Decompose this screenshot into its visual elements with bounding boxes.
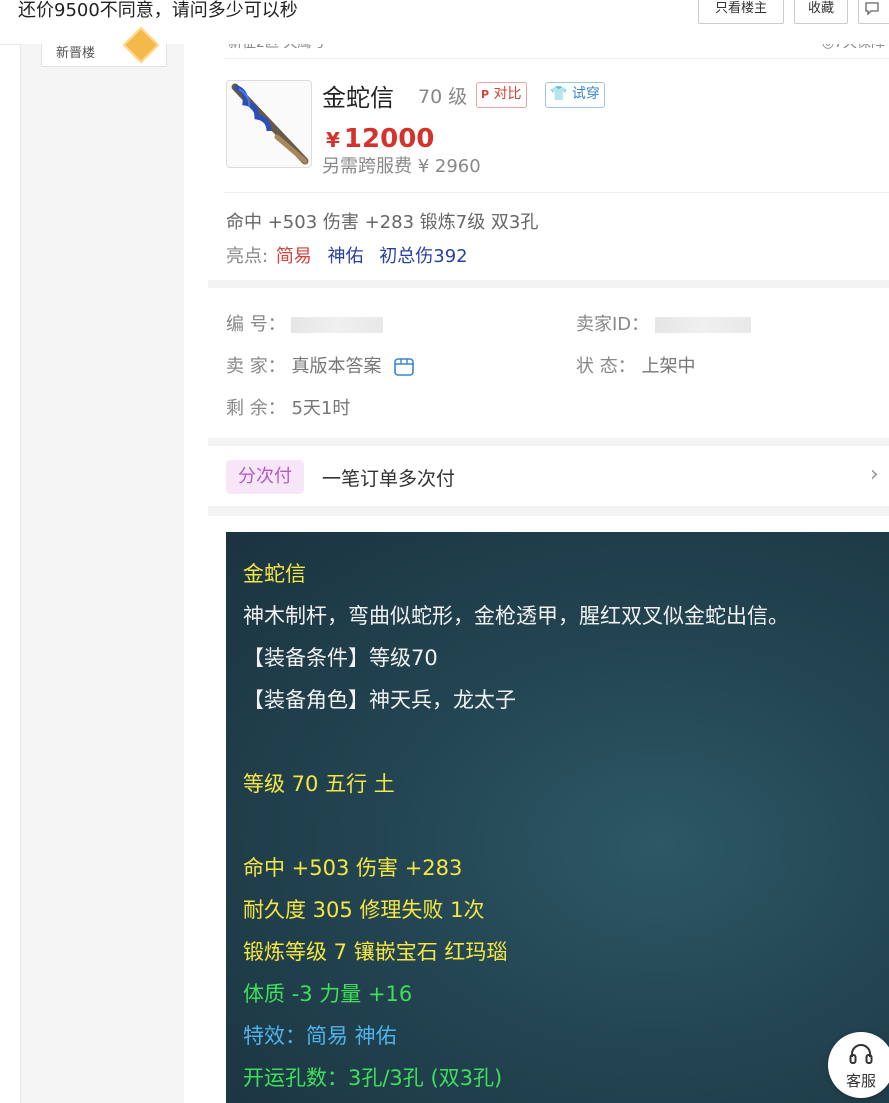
item-thumbnail[interactable] bbox=[226, 80, 312, 168]
highlight-blessing: 神佑 bbox=[327, 246, 364, 267]
desc-requirement: 【装备条件】等级70 bbox=[243, 646, 438, 670]
user-card[interactable]: 新晋楼 bbox=[41, 26, 167, 67]
desc-flavor: 神木制杆，弯曲似蛇形，金枪透甲，腥红双叉似金蛇出信。 bbox=[243, 604, 789, 628]
headset-icon bbox=[849, 1044, 873, 1064]
item-name: 金蛇信 bbox=[322, 84, 394, 112]
shirt-icon: 👕 bbox=[550, 86, 568, 102]
status-value: 上架中 bbox=[641, 356, 696, 377]
compare-icon: P bbox=[481, 88, 490, 101]
customer-service-button[interactable]: 客服 bbox=[828, 1032, 889, 1098]
try-on-label: 试穿 bbox=[571, 86, 600, 102]
spear-icon bbox=[231, 83, 309, 165]
status-label: 状 态： bbox=[576, 356, 636, 377]
currency-symbol: ¥ bbox=[326, 128, 340, 152]
desc-roles: 【装备角色】神天兵，龙太子 bbox=[243, 688, 516, 712]
compare-button[interactable]: P 对比 bbox=[476, 82, 527, 108]
desc-durability: 耐久度 305 修理失败 1次 bbox=[243, 898, 485, 922]
server-header: 新征2区 天鹰号 ◎7天保障 bbox=[224, 44, 889, 59]
highlight-damage: 初总伤392 bbox=[379, 246, 468, 267]
guarantee-label: ◎7天保障 bbox=[822, 44, 885, 52]
seller-id-row: 卖家ID： bbox=[576, 310, 751, 336]
seller-id-label: 卖家ID： bbox=[576, 314, 650, 335]
seller-name[interactable]: 真版本答案 bbox=[291, 356, 381, 377]
post-content: 新征2区 天鹰号 ◎7天保障 金蛇信 70 级 P 对比 👕 试穿 ¥12000… bbox=[184, 44, 889, 1103]
seller-id-redacted bbox=[654, 317, 751, 333]
price-value: 12000 bbox=[343, 124, 435, 154]
remaining-label: 剩 余： bbox=[226, 398, 286, 419]
section-gap bbox=[208, 506, 889, 516]
customer-service-label: 客服 bbox=[845, 1072, 876, 1090]
thread-title: 还价9500不同意，请问多少可以秒 bbox=[18, 0, 298, 21]
seller-row: 卖 家： 真版本答案 bbox=[226, 352, 415, 378]
id-label: 编 号： bbox=[226, 314, 286, 335]
item-level: 70 级 bbox=[418, 86, 468, 108]
divider bbox=[224, 192, 889, 193]
section-gap bbox=[208, 438, 889, 446]
price: ¥12000 bbox=[326, 124, 434, 154]
server-name: 新征2区 天鹰号 bbox=[228, 44, 325, 52]
only-op-button[interactable]: 只看楼主 bbox=[698, 0, 784, 24]
highlights-label: 亮点: bbox=[226, 246, 269, 267]
status-row: 状 态： 上架中 bbox=[576, 352, 695, 378]
compare-label: 对比 bbox=[493, 86, 522, 102]
user-name[interactable]: 新晋楼 bbox=[56, 42, 95, 61]
id-row: 编 号： bbox=[226, 310, 384, 336]
desc-holes: 开运孔数：3孔/3孔 (双3孔) bbox=[243, 1066, 503, 1090]
item-stats: 命中 +503 伤害 +283 锻炼7级 双3孔 bbox=[226, 212, 539, 233]
reply-icon bbox=[865, 2, 879, 16]
remaining-value: 5天1时 bbox=[291, 398, 351, 419]
remaining-row: 剩 余： 5天1时 bbox=[226, 394, 350, 420]
desc-forge: 锻炼等级 7 镶嵌宝石 红玛瑙 bbox=[243, 940, 508, 964]
cross-server-fee: 另需跨服费 ¥ 2960 bbox=[322, 156, 481, 177]
installment-text[interactable]: 一笔订单多次付 bbox=[322, 464, 455, 491]
reply-button[interactable] bbox=[858, 0, 889, 24]
highlights: 亮点: 简易 神佑 初总伤392 bbox=[226, 242, 478, 268]
chevron-right-icon[interactable]: › bbox=[870, 462, 879, 487]
favorite-button[interactable]: 收藏 bbox=[794, 0, 848, 24]
desc-effects: 特效：简易 神佑 bbox=[243, 1024, 397, 1048]
section-gap bbox=[208, 280, 889, 288]
desc-level-element: 等级 70 五行 土 bbox=[243, 772, 395, 796]
id-redacted bbox=[291, 317, 384, 333]
desc-attributes: 体质 -3 力量 +16 bbox=[243, 982, 413, 1006]
highlight-simple: 简易 bbox=[275, 246, 312, 267]
installment-tag: 分次付 bbox=[226, 460, 304, 494]
desc-title: 金蛇信 bbox=[243, 562, 306, 586]
try-on-button[interactable]: 👕 试穿 bbox=[545, 82, 605, 108]
desc-hit-damage: 命中 +503 伤害 +283 bbox=[243, 856, 463, 880]
store-icon[interactable] bbox=[393, 357, 415, 377]
seller-label: 卖 家： bbox=[226, 356, 286, 377]
author-sidebar: 新晋楼 bbox=[20, 26, 185, 1103]
item-description-panel: 金蛇信 神木制杆，弯曲似蛇形，金枪透甲，腥红双叉似金蛇出信。 【装备条件】等级7… bbox=[226, 532, 889, 1103]
